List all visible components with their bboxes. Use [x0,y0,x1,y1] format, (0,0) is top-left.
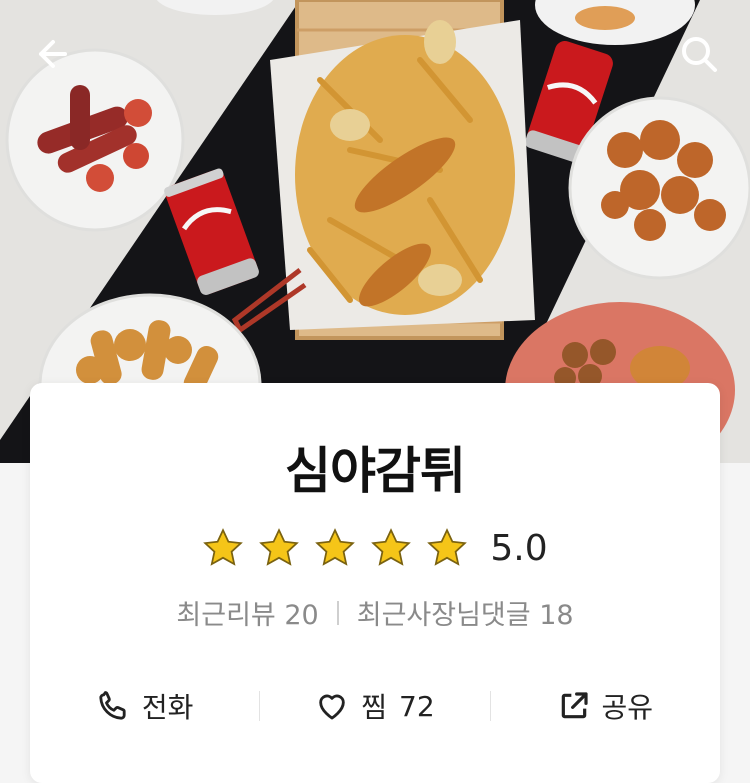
like-count: 72 [399,689,435,723]
restaurant-info-card: 심야감튀 5.0 최근리뷰 20 최근사장님댓글 18 전화 찜 72 공유 [30,383,720,783]
arrow-left-icon [39,40,67,68]
star-rating [202,527,468,569]
star-icon [371,528,412,566]
owner-replies[interactable]: 최근사장님댓글 18 [357,593,574,632]
action-bar: 전화 찜 72 공유 [30,683,720,729]
like-label: 찜 [361,691,388,724]
owner-replies-count: 18 [539,600,574,631]
search-button[interactable] [673,28,725,80]
phone-icon [99,691,126,720]
back-button[interactable] [27,28,79,80]
restaurant-name: 심야감튀 [285,442,466,500]
share-label: 공유 [601,691,654,724]
review-stats: 최근리뷰 20 최근사장님댓글 18 [30,593,720,632]
recent-reviews[interactable]: 최근리뷰 20 [176,593,318,632]
share-button[interactable]: 공유 [491,686,720,726]
call-button[interactable]: 전화 [30,686,259,726]
star-icon [203,528,244,566]
share-icon [561,692,588,719]
star-icon [427,528,468,566]
call-label: 전화 [141,691,194,724]
rating-row: 5.0 [30,525,720,571]
like-button[interactable]: 찜 72 [260,686,489,726]
star-icon [315,528,356,566]
heart-icon [319,694,346,720]
owner-replies-label: 최근사장님댓글 [356,600,531,631]
divider [336,600,339,625]
rating-score: 5.0 [490,527,548,569]
search-icon [682,37,717,72]
recent-reviews-count: 20 [284,600,319,631]
star-icon [259,528,300,566]
recent-reviews-label: 최근리뷰 [176,600,276,631]
